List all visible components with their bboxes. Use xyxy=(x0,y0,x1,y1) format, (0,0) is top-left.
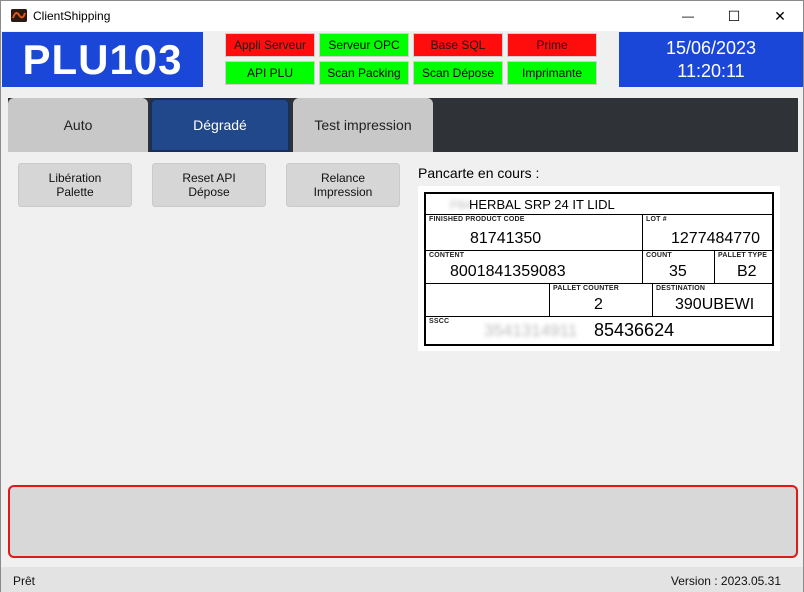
mode-tab-bar: Auto Dégradé Test impression xyxy=(8,98,798,152)
close-icon: ✕ xyxy=(774,7,786,24)
plu-identifier: PLU103 xyxy=(2,32,203,87)
liberation-palette-button[interactable]: Libération Palette xyxy=(18,163,132,207)
indicator-base-sql: Base SQL xyxy=(413,33,503,57)
relance-label-line2: Impression xyxy=(313,185,373,199)
tab-degrade[interactable]: Dégradé xyxy=(150,98,290,152)
indicator-scan-packing: Scan Packing xyxy=(319,61,409,85)
relance-label-line1: Relance xyxy=(320,171,366,185)
indicator-scan-depose: Scan Dépose xyxy=(413,61,503,85)
pallet-type-label: PALLET TYPE xyxy=(718,252,768,259)
title-bar: ClientShipping — ☐ ✕ xyxy=(1,1,803,31)
window-title: ClientShipping xyxy=(33,9,111,23)
placard-label: P84 HERBAL SRP 24 IT LIDL FINISHED PRODU… xyxy=(424,192,774,346)
current-time: 11:20:11 xyxy=(677,61,745,81)
count-value: 35 xyxy=(669,263,687,280)
indicator-serveur-opc: Serveur OPC xyxy=(319,33,409,57)
status-text: Prêt xyxy=(13,574,36,588)
reset-api-depose-button[interactable]: Reset API Dépose xyxy=(152,163,266,207)
sscc-label: SSCC xyxy=(429,318,450,325)
count-label: COUNT xyxy=(646,252,672,259)
minimize-button[interactable]: — xyxy=(665,1,711,31)
finished-product-code-value: 81741350 xyxy=(470,230,542,247)
sscc-cell: SSCC 3541314911 85436624 xyxy=(426,317,772,344)
tab-auto[interactable]: Auto xyxy=(8,98,148,152)
date-time-display: 15/06/2023 11:20:11 xyxy=(619,32,803,87)
sscc-value: 85436624 xyxy=(594,320,675,340)
pallet-counter-label: PALLET COUNTER xyxy=(553,285,620,292)
minimize-icon: — xyxy=(682,9,694,23)
destination-cell: DESTINATION 390UBEWI xyxy=(653,284,772,317)
tab-test-impression[interactable]: Test impression xyxy=(293,98,433,152)
indicator-appli-serveur: Appli Serveur xyxy=(225,33,315,57)
pallet-type-value: B2 xyxy=(737,263,757,280)
pallet-counter-value: 2 xyxy=(594,296,603,313)
sscc-blurred-prefix: 3541314911 xyxy=(484,321,578,340)
reset-label-line2: Dépose xyxy=(188,185,230,199)
content-cell: CONTENT 8001841359083 xyxy=(426,251,643,284)
relance-impression-button[interactable]: Relance Impression xyxy=(286,163,400,207)
empty-cell xyxy=(426,284,550,317)
product-name: HERBAL SRP 24 IT LIDL xyxy=(469,197,615,212)
liberation-label-line2: Palette xyxy=(56,185,94,199)
count-cell: COUNT 35 xyxy=(643,251,715,284)
destination-label: DESTINATION xyxy=(656,285,706,292)
message-area xyxy=(8,485,798,558)
current-placard: P84 HERBAL SRP 24 IT LIDL FINISHED PRODU… xyxy=(418,186,780,351)
status-indicator-grid: Appli Serveur Serveur OPC Base SQL Prime… xyxy=(225,33,599,87)
liberation-label-line1: Libération xyxy=(48,171,102,185)
finished-product-code-cell: FINISHED PRODUCT CODE 81741350 xyxy=(426,215,643,251)
lot-cell: LOT # 1277484770 xyxy=(643,215,772,251)
indicator-prime: Prime xyxy=(507,33,597,57)
indicator-imprimante: Imprimante xyxy=(507,61,597,85)
destination-value: 390UBEWI xyxy=(675,296,755,313)
lot-value: 1277484770 xyxy=(671,230,760,247)
version-text: Version : 2023.05.31 xyxy=(670,574,781,588)
close-button[interactable]: ✕ xyxy=(757,1,803,31)
client-shipping-window: ClientShipping — ☐ ✕ PLU103 Appli Serveu… xyxy=(0,0,804,592)
finished-product-code-label: FINISHED PRODUCT CODE xyxy=(429,216,525,223)
lot-label: LOT # xyxy=(646,216,667,223)
current-date: 15/06/2023 xyxy=(665,38,757,58)
reset-label-line1: Reset API xyxy=(182,171,236,185)
placard-product-row: P84 HERBAL SRP 24 IT LIDL xyxy=(426,194,772,215)
indicator-api-plu: API PLU xyxy=(225,61,315,85)
pallet-type-cell: PALLET TYPE B2 xyxy=(715,251,772,284)
content-label: CONTENT xyxy=(429,252,465,259)
app-logo-icon xyxy=(11,9,27,22)
maximize-button[interactable]: ☐ xyxy=(711,1,757,31)
placard-title: Pancarte en cours : xyxy=(418,165,540,181)
pallet-counter-cell: PALLET COUNTER 2 xyxy=(550,284,653,317)
status-bar: Prêt Version : 2023.05.31 xyxy=(1,567,803,592)
maximize-icon: ☐ xyxy=(727,7,741,24)
content-value: 8001841359083 xyxy=(450,263,566,280)
